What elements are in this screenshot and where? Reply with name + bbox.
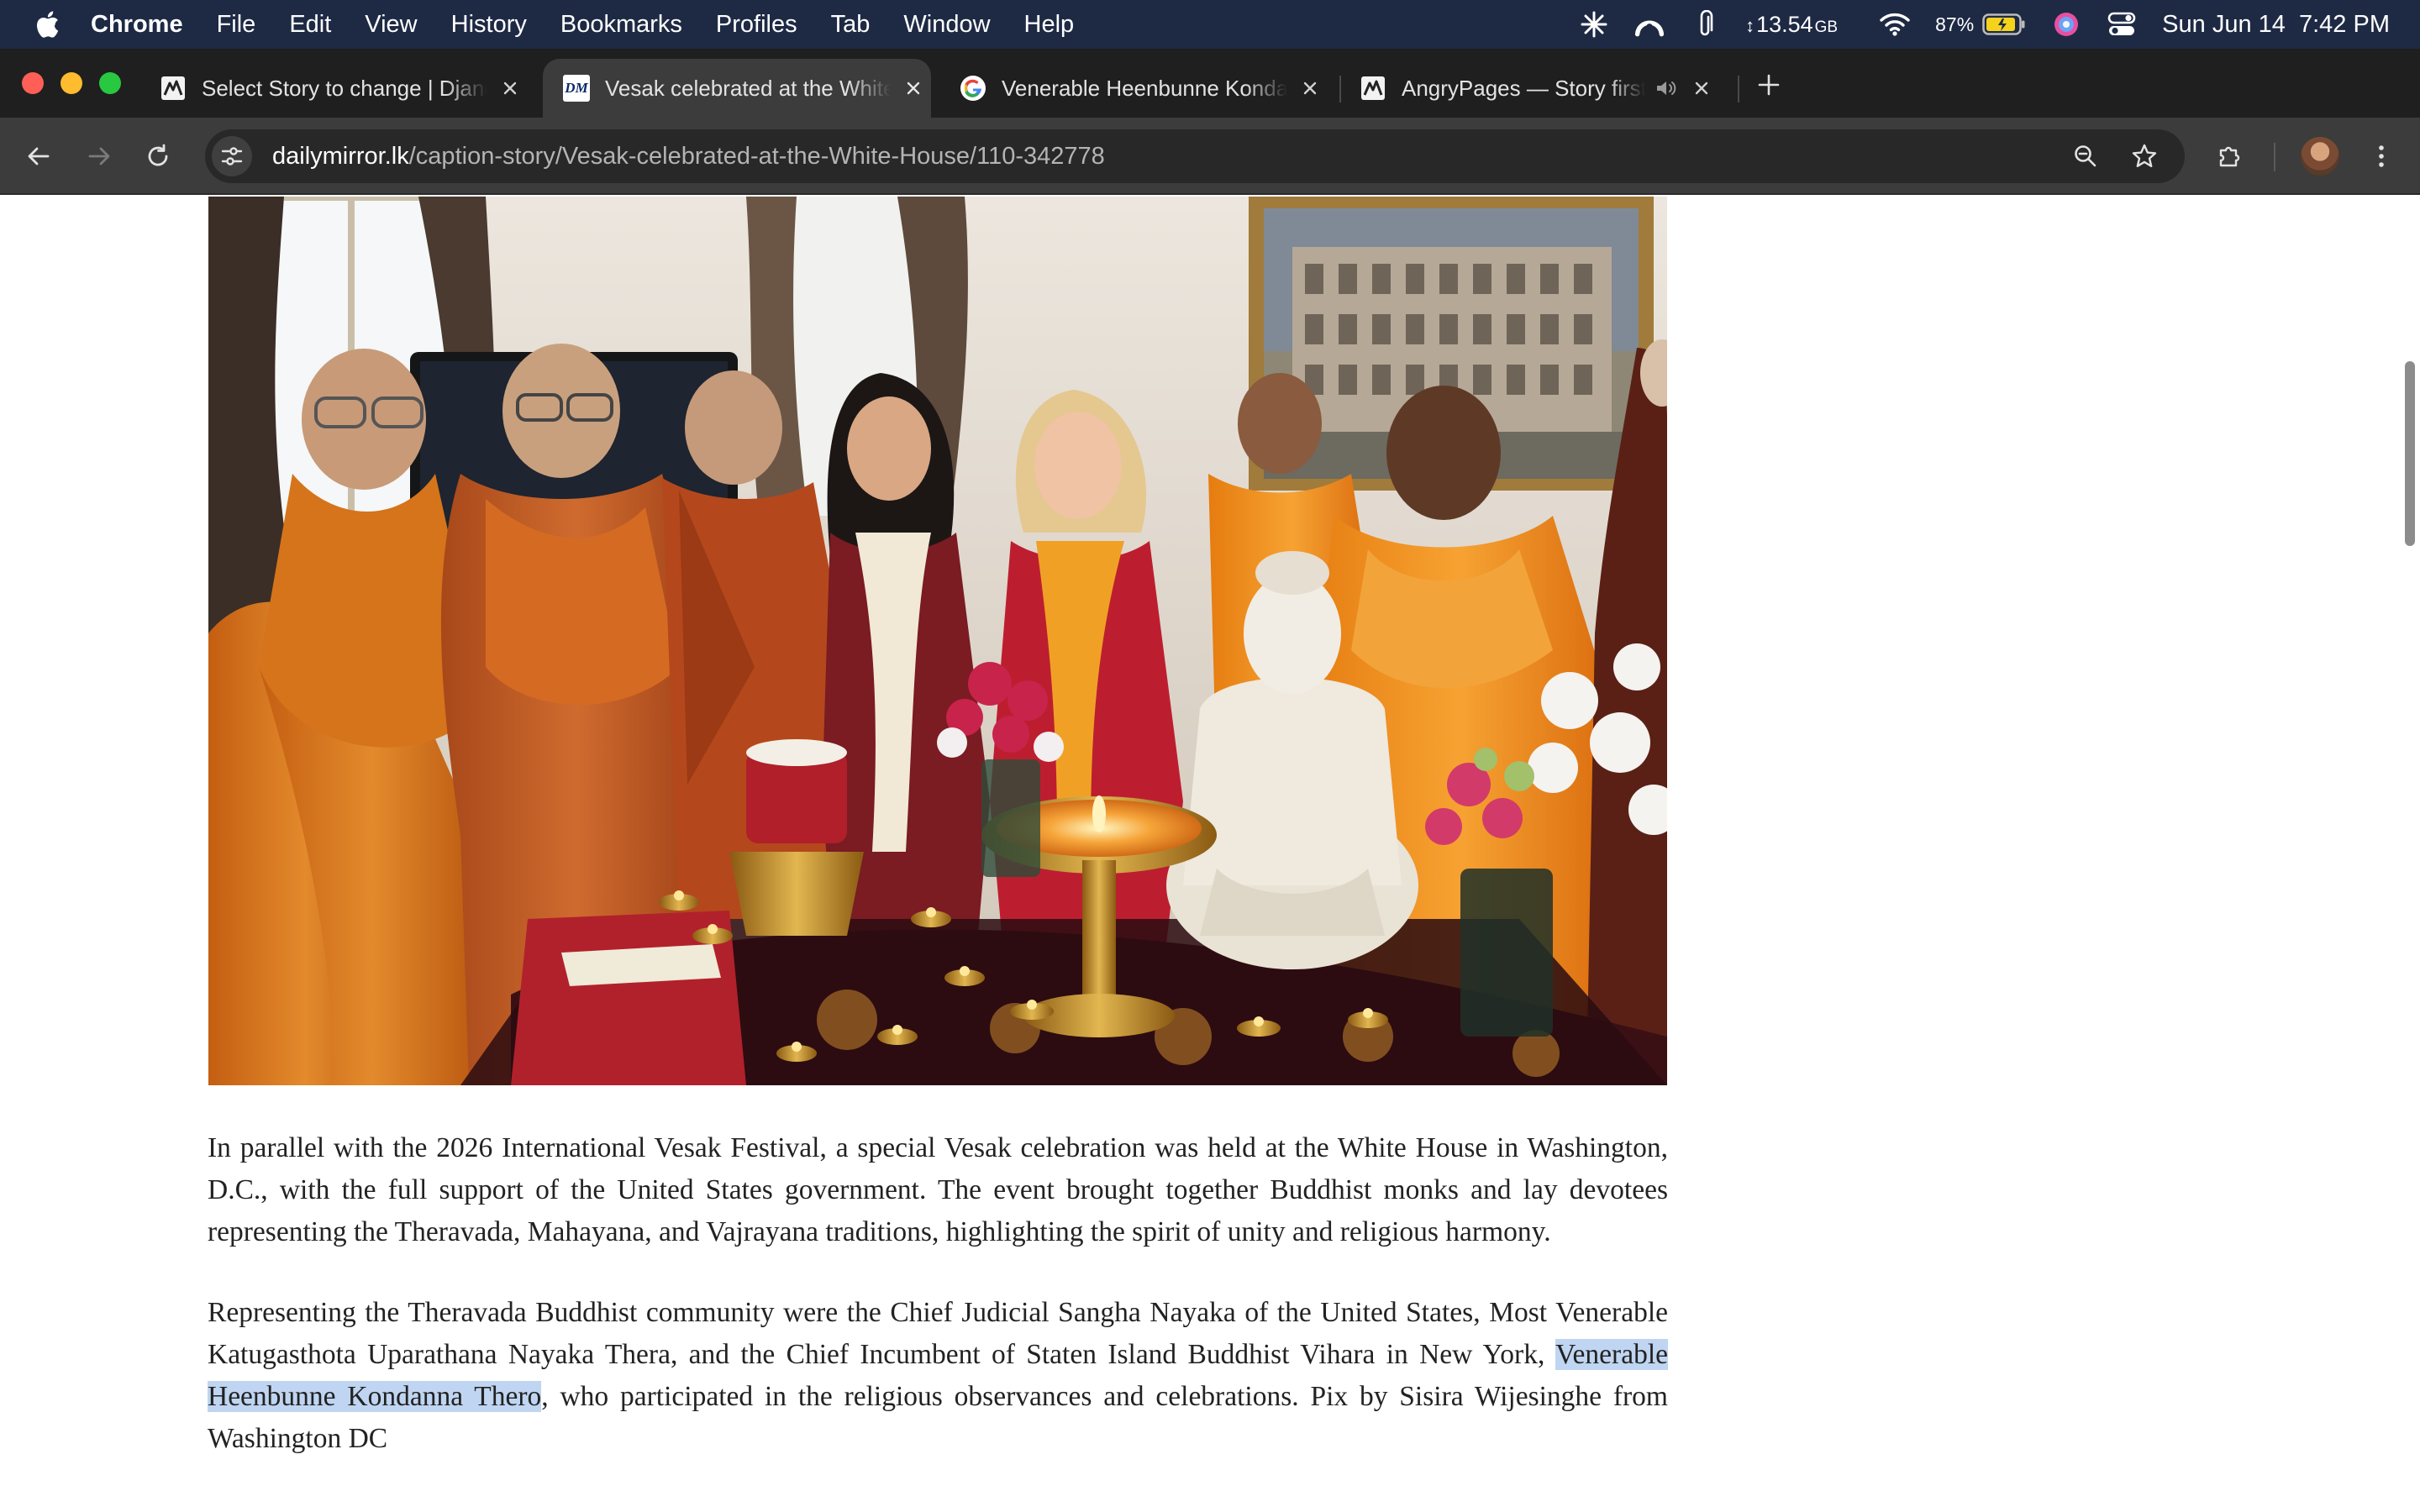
toolbar-divider	[2274, 143, 2275, 171]
browser-tab-strip: Select Story to change | Django DM Vesak…	[0, 49, 2420, 118]
zoom-icon[interactable]	[2065, 136, 2106, 176]
tab-title: Select Story to change | Django	[202, 75, 487, 101]
macos-menu-bar: Chrome File Edit View History Bookmarks …	[0, 0, 2420, 49]
tab-title: Venerable Heenbunne Kondanna	[1002, 75, 1287, 101]
url-path: /caption-story/Vesak-celebrated-at-the-W…	[408, 142, 1105, 170]
page-scrollbar-thumb[interactable]	[2405, 361, 2415, 546]
menu-chrome[interactable]: Chrome	[66, 0, 200, 49]
article-photo	[208, 197, 1667, 1085]
tab-google-search[interactable]: Venerable Heenbunne Kondanna	[939, 59, 1333, 118]
omnibox-actions	[2065, 136, 2165, 176]
battery-percent: 87%	[1935, 13, 1975, 35]
tab-audio-playing-icon[interactable]	[1654, 76, 1679, 101]
battery-indicator[interactable]: 87%	[1935, 13, 2026, 36]
article-paragraph-2: Representing the Theravada Buddhist comm…	[208, 1292, 1668, 1460]
tab-close-icon[interactable]	[1689, 76, 1714, 101]
menu-window[interactable]: Window	[886, 0, 1007, 49]
memory-unit: GB	[1814, 18, 1839, 36]
tab-angrypages[interactable]: AngryPages — Story first	[1339, 59, 1733, 118]
tab-close-icon[interactable]	[1297, 76, 1323, 101]
menubar-status-area: ↕ 13.54 GB 87% Sun Jun 14 7:42 PM	[1579, 0, 2390, 49]
window-zoom-button[interactable]	[99, 72, 121, 94]
apple-menu-icon[interactable]	[29, 0, 66, 49]
browser-toolbar: dailymirror.lk/caption-story/Vesak-celeb…	[0, 118, 2420, 195]
color-picker-icon[interactable]	[2051, 9, 2081, 39]
new-tab-button[interactable]	[1751, 67, 1786, 102]
memory-indicator[interactable]: ↕ 13.54 GB	[1745, 12, 1838, 38]
google-favicon-icon	[960, 76, 986, 101]
battery-icon	[1982, 13, 2025, 35]
address-bar[interactable]: dailymirror.lk/caption-story/Vesak-celeb…	[205, 129, 2185, 183]
tab-separator	[1738, 76, 1739, 102]
menubar-clock[interactable]: Sun Jun 14 7:42 PM	[2162, 11, 2390, 39]
url-text[interactable]: dailymirror.lk/caption-story/Vesak-celeb…	[272, 143, 1105, 171]
angrypages-favicon-icon	[1361, 76, 1385, 100]
menu-edit[interactable]: Edit	[272, 0, 348, 49]
window-minimize-button[interactable]	[60, 72, 82, 94]
chrome-menu-kebab-icon[interactable]	[2361, 136, 2402, 176]
tab-close-icon[interactable]	[497, 76, 523, 101]
vesak-white-house-photo	[208, 197, 1667, 1085]
tab-vesak-dailymirror[interactable]: DM Vesak celebrated at the White House	[543, 59, 931, 118]
reload-button[interactable]	[138, 136, 178, 176]
menu-profiles[interactable]: Profiles	[699, 0, 814, 49]
forward-button[interactable]	[79, 136, 119, 176]
menu-bookmarks[interactable]: Bookmarks	[544, 0, 699, 49]
menu-file[interactable]: File	[200, 0, 273, 49]
wifi-icon[interactable]	[1880, 9, 1910, 39]
extensions-puzzle-icon[interactable]	[2210, 136, 2250, 176]
menu-view[interactable]: View	[348, 0, 434, 49]
back-button[interactable]	[18, 136, 59, 176]
tab-close-icon[interactable]	[901, 76, 926, 101]
menu-help[interactable]: Help	[1007, 0, 1092, 49]
dailymirror-favicon-icon: DM	[563, 75, 590, 102]
paperclip-icon[interactable]	[1690, 9, 1720, 39]
menu-history[interactable]: History	[434, 0, 544, 49]
window-close-button[interactable]	[22, 72, 44, 94]
url-host: dailymirror.lk	[272, 142, 409, 170]
page-viewport: In parallel with the 2026 International …	[0, 197, 2420, 1512]
tab-title: AngryPages — Story first	[1402, 75, 1645, 101]
paragraph-2-text-start: Representing the Theravada Buddhist comm…	[208, 1297, 1668, 1370]
arc-app-icon[interactable]	[1634, 9, 1665, 39]
memory-arrows-icon: ↕	[1745, 14, 1755, 36]
profile-avatar[interactable]	[2301, 137, 2339, 176]
site-info-tune-icon[interactable]	[212, 136, 252, 176]
tab-django-admin[interactable]: Select Story to change | Django	[139, 59, 533, 118]
bookmark-star-icon[interactable]	[2124, 136, 2165, 176]
menu-tab[interactable]: Tab	[814, 0, 887, 49]
claude-sparkle-icon[interactable]	[1579, 9, 1609, 39]
memory-value: 13.54	[1756, 11, 1813, 37]
control-center-icon[interactable]	[2107, 9, 2137, 39]
tab-title: Vesak celebrated at the White House	[605, 75, 891, 101]
article-paragraph-1: In parallel with the 2026 International …	[208, 1132, 1668, 1247]
article-body: In parallel with the 2026 International …	[208, 1127, 1668, 1499]
django-favicon-icon	[161, 76, 185, 100]
